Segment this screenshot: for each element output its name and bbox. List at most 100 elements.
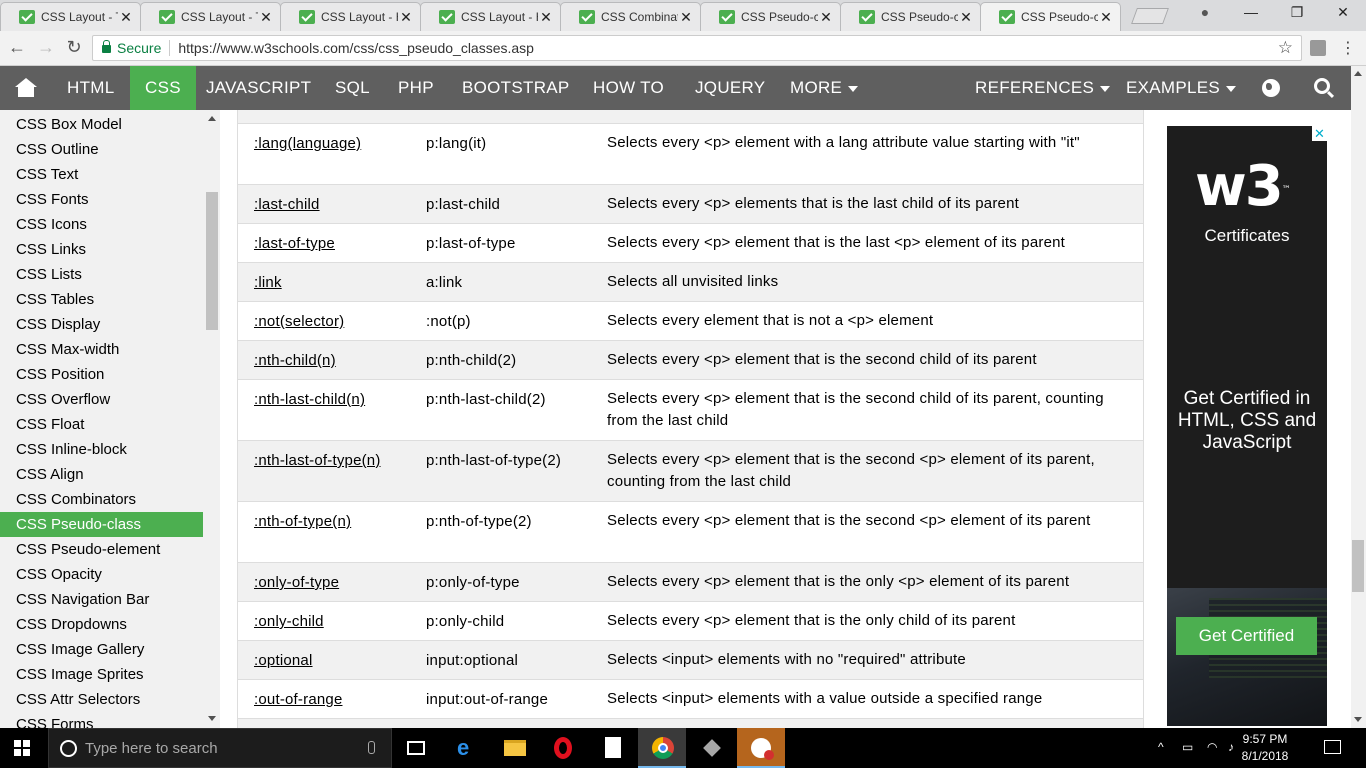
sidebar-item[interactable]: CSS Opacity <box>0 562 203 587</box>
sidebar-item[interactable]: CSS Box Model <box>0 112 203 137</box>
home-icon[interactable] <box>0 66 52 110</box>
tab-close-icon[interactable]: ✕ <box>398 9 414 26</box>
page-scroll-thumb[interactable] <box>1352 540 1364 592</box>
scroll-up-arrow-icon[interactable] <box>208 116 216 121</box>
selector-link[interactable]: :only-of-type <box>254 574 339 591</box>
sidebar-item[interactable]: CSS Combinators <box>0 487 203 512</box>
scroll-down-arrow-icon[interactable] <box>1354 717 1362 722</box>
selector-link[interactable]: :nth-last-child(n) <box>254 391 365 408</box>
edge-icon[interactable]: e <box>442 728 490 768</box>
get-certified-button[interactable]: Get Certified <box>1176 617 1317 655</box>
browser-tab[interactable]: CSS Layout - Th ✕ <box>0 2 141 31</box>
tab-close-icon[interactable]: ✕ <box>258 9 274 26</box>
selector-link[interactable]: :not(selector) <box>254 313 344 330</box>
sidebar-item[interactable]: CSS Inline-block <box>0 437 203 462</box>
windows-start-icon[interactable] <box>14 740 30 756</box>
opera-icon[interactable] <box>540 728 588 768</box>
taskbar-search[interactable]: Type here to search <box>48 728 392 768</box>
nav-sql[interactable]: SQL <box>320 66 385 110</box>
ad-close-icon[interactable]: ✕ <box>1312 126 1327 141</box>
selector-link[interactable]: :last-child <box>254 196 320 213</box>
nav-more[interactable]: MORE <box>775 66 873 110</box>
task-view-icon[interactable] <box>392 728 440 768</box>
selector-link[interactable]: :optional <box>254 652 313 669</box>
sidebar-item[interactable]: CSS Lists <box>0 262 203 287</box>
sidebar-item[interactable]: CSS Links <box>0 237 203 262</box>
restore-icon[interactable]: ❐ <box>1282 4 1312 21</box>
selector-link[interactable]: :last-of-type <box>254 235 335 252</box>
bookmark-star-icon[interactable]: ☆ <box>1278 38 1293 58</box>
action-center-icon[interactable] <box>1324 740 1341 754</box>
nav-javascript[interactable]: JAVASCRIPT <box>191 66 326 110</box>
browser-tab[interactable]: CSS Layout - Th ✕ <box>140 2 281 31</box>
chrome-icon[interactable] <box>638 728 686 768</box>
scroll-up-arrow-icon[interactable] <box>1354 71 1362 76</box>
tab-close-icon[interactable]: ✕ <box>538 9 554 26</box>
nav-references[interactable]: REFERENCES <box>960 66 1125 110</box>
sidebar-item[interactable]: CSS Display <box>0 312 203 337</box>
sidebar-item[interactable]: CSS Position <box>0 362 203 387</box>
sidebar-item[interactable]: CSS Float <box>0 412 203 437</box>
selector-link[interactable]: :nth-child(n) <box>254 352 336 369</box>
extension-icon[interactable] <box>1310 40 1326 56</box>
microphone-icon[interactable] <box>368 741 375 754</box>
selector-link[interactable]: :lang(language) <box>254 135 361 152</box>
nav-jquery[interactable]: JQUERY <box>680 66 780 110</box>
sidebar-item[interactable]: CSS Attr Selectors <box>0 687 203 712</box>
browser-menu-icon[interactable]: ⋮ <box>1340 38 1356 58</box>
reload-icon[interactable]: ↻ <box>62 37 86 58</box>
globe-icon[interactable] <box>1262 79 1280 97</box>
browser-tab[interactable]: CSS Combinato ✕ <box>560 2 701 31</box>
battery-icon[interactable]: ▭ <box>1182 740 1193 754</box>
show-hidden-icons-icon[interactable]: ^ <box>1158 740 1164 754</box>
taskbar-clock[interactable]: 9:57 PM 8/1/2018 <box>1234 731 1296 765</box>
new-tab-button[interactable] <box>1131 8 1169 24</box>
search-icon[interactable] <box>1314 78 1330 94</box>
nav-css[interactable]: CSS <box>130 66 196 110</box>
minimize-icon[interactable]: — <box>1236 4 1266 20</box>
browser-tab[interactable]: CSS Pseudo-cla ✕ <box>700 2 841 31</box>
sidebar-item[interactable]: CSS Text <box>0 162 203 187</box>
sidebar-item[interactable]: CSS Fonts <box>0 187 203 212</box>
selector-link[interactable]: :only-child <box>254 613 324 630</box>
browser-tab[interactable]: CSS Layout - H ✕ <box>280 2 421 31</box>
user-profile-icon[interactable]: ● <box>1190 4 1220 20</box>
sidebar-item[interactable]: CSS Max-width <box>0 337 203 362</box>
nav-html[interactable]: HTML <box>52 66 129 110</box>
sidebar-item[interactable]: CSS Navigation Bar <box>0 587 203 612</box>
tab-close-icon[interactable]: ✕ <box>678 9 694 26</box>
selector-link[interactable]: :nth-of-type(n) <box>254 513 351 530</box>
back-icon[interactable]: ← <box>5 37 29 58</box>
selector-link[interactable]: :out-of-range <box>254 691 342 708</box>
advertisement[interactable]: ✕ w3™ Certificates Get Certified in HTML… <box>1167 126 1327 726</box>
nav-php[interactable]: PHP <box>383 66 449 110</box>
sidebar-item[interactable]: CSS Icons <box>0 212 203 237</box>
sidebar-item[interactable]: CSS Image Gallery <box>0 637 203 662</box>
sidebar-item[interactable]: CSS Align <box>0 462 203 487</box>
browser-tab[interactable]: CSS Layout - H ✕ <box>420 2 561 31</box>
sidebar-item[interactable]: CSS Pseudo-class <box>0 512 203 537</box>
tab-close-icon[interactable]: ✕ <box>818 9 834 26</box>
nav-how-to[interactable]: HOW TO <box>578 66 679 110</box>
selector-link[interactable]: :nth-last-of-type(n) <box>254 452 381 469</box>
sidebar-scroll-thumb[interactable] <box>206 192 218 330</box>
tools-icon[interactable] <box>688 728 736 768</box>
sidebar-item[interactable]: CSS Forms <box>0 712 203 728</box>
page-scrollbar[interactable] <box>1351 66 1366 728</box>
browser-tab[interactable]: CSS Pseudo-cla ✕ <box>840 2 981 31</box>
app-icon[interactable] <box>737 728 785 768</box>
sidebar-item[interactable]: CSS Pseudo-element <box>0 537 203 562</box>
tab-close-icon[interactable]: ✕ <box>1098 9 1114 26</box>
omnibox[interactable]: Secure https://www.w3schools.com/css/css… <box>92 35 1302 61</box>
tab-close-icon[interactable]: ✕ <box>118 9 134 26</box>
wifi-icon[interactable]: ◠ <box>1207 740 1217 754</box>
tab-close-icon[interactable]: ✕ <box>958 9 974 26</box>
sidebar-item[interactable]: CSS Image Sprites <box>0 662 203 687</box>
sidebar-item[interactable]: CSS Tables <box>0 287 203 312</box>
selector-link[interactable]: :link <box>254 274 282 291</box>
sidebar-item[interactable]: CSS Dropdowns <box>0 612 203 637</box>
sidebar-item[interactable]: CSS Outline <box>0 137 203 162</box>
scroll-down-arrow-icon[interactable] <box>208 716 216 721</box>
sidebar-item[interactable]: CSS Overflow <box>0 387 203 412</box>
nav-examples[interactable]: EXAMPLES <box>1111 66 1251 110</box>
